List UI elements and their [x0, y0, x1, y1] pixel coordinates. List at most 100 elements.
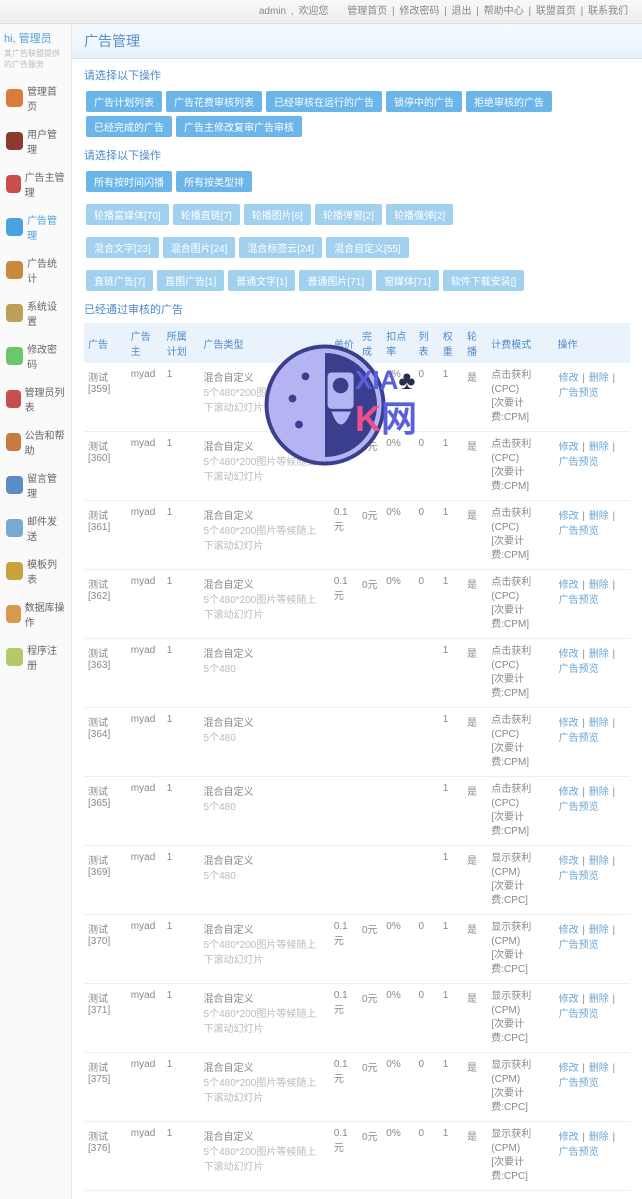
filter-tag[interactable]: 轮播强弹[2] [386, 204, 453, 225]
op-link[interactable]: 广告预览 [559, 1078, 599, 1089]
sidebar-item[interactable]: 管理员列表 [4, 379, 67, 419]
filter-tag[interactable]: 混合图片[24] [163, 237, 236, 258]
op-link[interactable]: 修改 [559, 1063, 579, 1074]
op-link[interactable]: 修改 [559, 373, 579, 384]
filter-tag[interactable]: 直链广告[7] [86, 270, 153, 291]
sidebar-item[interactable]: 模板列表 [4, 551, 67, 591]
op-link[interactable]: 删除 [589, 442, 609, 453]
table-row: 测试[365]myad1混合自定义5个4801是点击获利(CPC)[次要计费:C… [84, 777, 630, 846]
filter-tag[interactable]: 已经审核在运行的广告 [266, 91, 382, 112]
op-link[interactable]: 广告预览 [559, 526, 599, 537]
top-link[interactable]: 联盟首页 [536, 6, 576, 17]
table-row: 测试[362]myad1混合自定义5个480*200图片等候随上下滚动幻灯片0.… [84, 570, 630, 639]
top-link[interactable]: 联系我们 [588, 6, 628, 17]
sidebar-item[interactable]: 公告和帮助 [4, 422, 67, 462]
cell-ops: 修改 | 删除 | 广告预览 [554, 432, 630, 501]
filter-tag[interactable]: 广告花费审核列表 [166, 91, 262, 112]
filter-tag[interactable]: 混合标签云[24] [239, 237, 322, 258]
op-link[interactable]: 广告预览 [559, 595, 599, 606]
table-row: 测试[364]myad1混合自定义5个4801是点击获利(CPC)[次要计费:C… [84, 708, 630, 777]
filter-tag[interactable]: 拒绝审核的广告 [466, 91, 552, 112]
filter-tag[interactable]: 轮播富媒体[70] [86, 204, 169, 225]
sidebar-icon [6, 175, 21, 193]
filter-tag[interactable]: 普通文字[1] [228, 270, 295, 291]
filter-tag[interactable]: 窗媒体[71] [376, 270, 439, 291]
page-title: 广告管理 [72, 24, 642, 59]
sidebar-item[interactable]: 管理首页 [4, 78, 67, 118]
op-link[interactable]: 删除 [589, 373, 609, 384]
op-link[interactable]: 广告预览 [559, 733, 599, 744]
op-link[interactable]: 广告预览 [559, 457, 599, 468]
top-user: admin [259, 6, 286, 17]
op-link[interactable]: 修改 [559, 787, 579, 798]
top-link[interactable]: 修改密码 [399, 6, 439, 17]
op-link[interactable]: 修改 [559, 1132, 579, 1143]
op-link[interactable]: 广告预览 [559, 871, 599, 882]
filter-tag[interactable]: 混合文字[23] [86, 237, 159, 258]
cell-owner: myad [127, 846, 163, 915]
filter-tag[interactable]: 已经完成的广告 [86, 116, 172, 137]
filter-tag[interactable]: 直图广告[1] [157, 270, 224, 291]
op-link[interactable]: 删除 [589, 649, 609, 660]
cell-rate [382, 639, 414, 708]
op-link[interactable]: 修改 [559, 718, 579, 729]
cell-weight: 1 [439, 1122, 463, 1191]
cell-type: 混合自定义5个480 [200, 777, 330, 846]
op-link[interactable]: 删除 [589, 511, 609, 522]
table-header: 广告主 [127, 323, 163, 363]
cell-owner: myad [127, 777, 163, 846]
sidebar-item[interactable]: 留言管理 [4, 465, 67, 505]
op-link[interactable]: 删除 [589, 994, 609, 1005]
table-row: 测试[360]myad1混合自定义5个480*200图片等候随上下滚动幻灯片0.… [84, 432, 630, 501]
sidebar-item[interactable]: 系统设置 [4, 293, 67, 333]
op-link[interactable]: 修改 [559, 925, 579, 936]
filter-tag[interactable]: 所有按类型排 [176, 171, 252, 192]
op-link[interactable]: 广告预览 [559, 664, 599, 675]
sidebar-item[interactable]: 用户管理 [4, 121, 67, 161]
cell-ops: 修改 | 删除 | 广告预览 [554, 570, 630, 639]
sidebar-item-label: 广告管理 [27, 212, 65, 242]
sidebar-item[interactable]: 广告统计 [4, 250, 67, 290]
cell-id: 测试[365] [84, 777, 127, 846]
op-link[interactable]: 删除 [589, 925, 609, 936]
filter-tag[interactable]: 轮播弹窗[2] [315, 204, 382, 225]
filter-tag[interactable]: 轮播直链[7] [173, 204, 240, 225]
op-link[interactable]: 修改 [559, 442, 579, 453]
op-link[interactable]: 广告预览 [559, 1147, 599, 1158]
sidebar-item[interactable]: 数据库操作 [4, 594, 67, 634]
filter-tag[interactable]: 广告计划列表 [86, 91, 162, 112]
filter-tag[interactable]: 软件下载安装[] [443, 270, 525, 291]
top-link[interactable]: 退出 [452, 6, 472, 17]
sidebar-item[interactable]: 修改密码 [4, 336, 67, 376]
op-link[interactable]: 广告预览 [559, 1009, 599, 1020]
cell-owner: myad [127, 432, 163, 501]
filter-tag[interactable]: 锁停中的广告 [386, 91, 462, 112]
filter-tag[interactable]: 混合自定义[55] [326, 237, 409, 258]
top-link[interactable]: 帮助中心 [484, 6, 524, 17]
filter-tag[interactable]: 轮播图片[6] [244, 204, 311, 225]
sidebar-item[interactable]: 广告管理 [4, 207, 67, 247]
op-link[interactable]: 广告预览 [559, 940, 599, 951]
op-link[interactable]: 删除 [589, 787, 609, 798]
op-link[interactable]: 广告预览 [559, 388, 599, 399]
op-link[interactable]: 修改 [559, 511, 579, 522]
sidebar-item[interactable]: 邮件发送 [4, 508, 67, 548]
filter-tag[interactable]: 所有按时间闪播 [86, 171, 172, 192]
op-link[interactable]: 删除 [589, 856, 609, 867]
op-link[interactable]: 修改 [559, 580, 579, 591]
top-link[interactable]: 管理首页 [347, 6, 387, 17]
filter-tag[interactable]: 广告主修改复审广告审核 [176, 116, 302, 137]
op-link[interactable]: 删除 [589, 1132, 609, 1143]
sidebar-item-label: 公告和帮助 [25, 427, 65, 457]
op-link[interactable]: 广告预览 [559, 802, 599, 813]
op-link[interactable]: 删除 [589, 580, 609, 591]
op-link[interactable]: 删除 [589, 718, 609, 729]
sidebar-item[interactable]: 程序注册 [4, 637, 67, 677]
op-link[interactable]: 删除 [589, 1063, 609, 1074]
op-link[interactable]: 修改 [559, 856, 579, 867]
cell-id: 测试[361] [84, 501, 127, 570]
op-link[interactable]: 修改 [559, 649, 579, 660]
op-link[interactable]: 修改 [559, 994, 579, 1005]
filter-tag[interactable]: 普通图片[71] [299, 270, 372, 291]
sidebar-item[interactable]: 广告主管理 [4, 164, 67, 204]
